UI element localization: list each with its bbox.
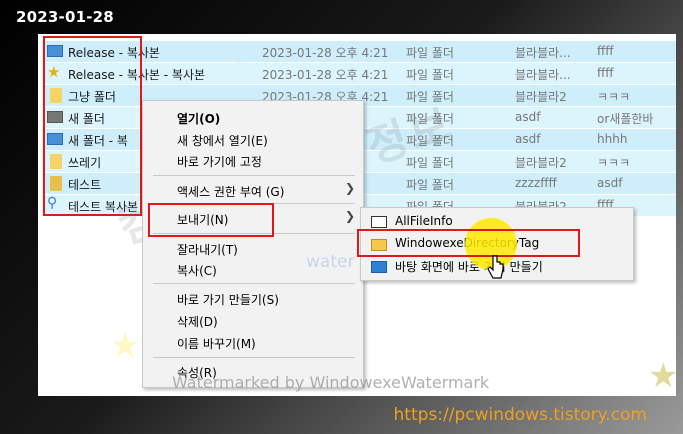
file-type: 파일 폴더: [406, 46, 454, 60]
file-col3: 블라블라2: [515, 90, 567, 104]
file-col4: or새폴한바: [597, 112, 654, 126]
file-col3: 블라블라...: [515, 68, 571, 82]
file-type: 파일 폴더: [406, 178, 454, 192]
submenu-target-highlight-box: [357, 229, 580, 257]
chevron-right-icon: ❯: [344, 181, 355, 195]
menu-item-open-new-window[interactable]: 새 창에서 열기(E): [177, 132, 268, 149]
file-col4: ㅋㅋㅋ: [597, 156, 631, 170]
window-icon: [371, 216, 387, 228]
file-col4: hhhh: [597, 132, 628, 146]
file-col4: ffff: [597, 66, 614, 80]
menu-item-delete[interactable]: 삭제(D): [177, 313, 218, 330]
file-col3: asdf: [515, 110, 541, 124]
send-to-highlight-box: [148, 203, 274, 237]
file-col4: ffff: [597, 44, 614, 58]
chevron-right-icon: ❯: [344, 209, 355, 223]
menu-separator: [153, 283, 355, 284]
submenu-item-desktop-shortcut[interactable]: 바탕 화면에 바로 가기 만들기: [395, 258, 543, 275]
date-label: 2023-01-28: [16, 8, 114, 26]
file-col4: asdf: [597, 176, 623, 190]
file-col3: 블라블라2: [515, 156, 567, 170]
background-star-decoration: ★: [110, 326, 141, 366]
file-col3: zzzzffff: [515, 176, 557, 190]
menu-item-copy[interactable]: 복사(C): [177, 262, 217, 279]
file-col3: 블라블라...: [515, 46, 571, 60]
menu-item-rename[interactable]: 이름 바꾸기(M): [177, 335, 256, 352]
background-star-decoration: ★: [648, 356, 676, 396]
menu-item-open[interactable]: 열기(O): [177, 110, 220, 127]
file-col4: ㅋㅋㅋ: [597, 90, 631, 104]
file-col3: asdf: [515, 132, 541, 146]
hand-cursor-icon: [487, 255, 504, 279]
menu-item-give-access[interactable]: 액세스 권한 부여 (G): [177, 183, 284, 200]
menu-separator: [153, 175, 355, 176]
submenu-item-allfileinfo[interactable]: AllFileInfo: [395, 214, 453, 228]
file-date: 2023-01-28 오후 4:21: [262, 46, 389, 60]
menu-item-pin-quick-access[interactable]: 바로 가기에 고정: [177, 153, 262, 170]
context-menu: 열기(O) 새 창에서 열기(E) 바로 가기에 고정 액세스 권한 부여 (G…: [142, 100, 364, 388]
menu-item-cut[interactable]: 잘라내기(T): [177, 241, 238, 258]
file-type: 파일 폴더: [406, 68, 454, 82]
watermark-text: Watermarked by WindowexeWatermark: [172, 373, 490, 392]
menu-separator: [153, 357, 355, 358]
watermark-partial: water: [306, 252, 355, 272]
desktop-icon: [371, 261, 387, 273]
menu-item-create-shortcut[interactable]: 바로 가기 만들기(S): [177, 291, 279, 308]
site-url[interactable]: https://pcwindows.tistory.com: [394, 405, 647, 425]
file-date: 2023-01-28 오후 4:21: [262, 68, 389, 82]
